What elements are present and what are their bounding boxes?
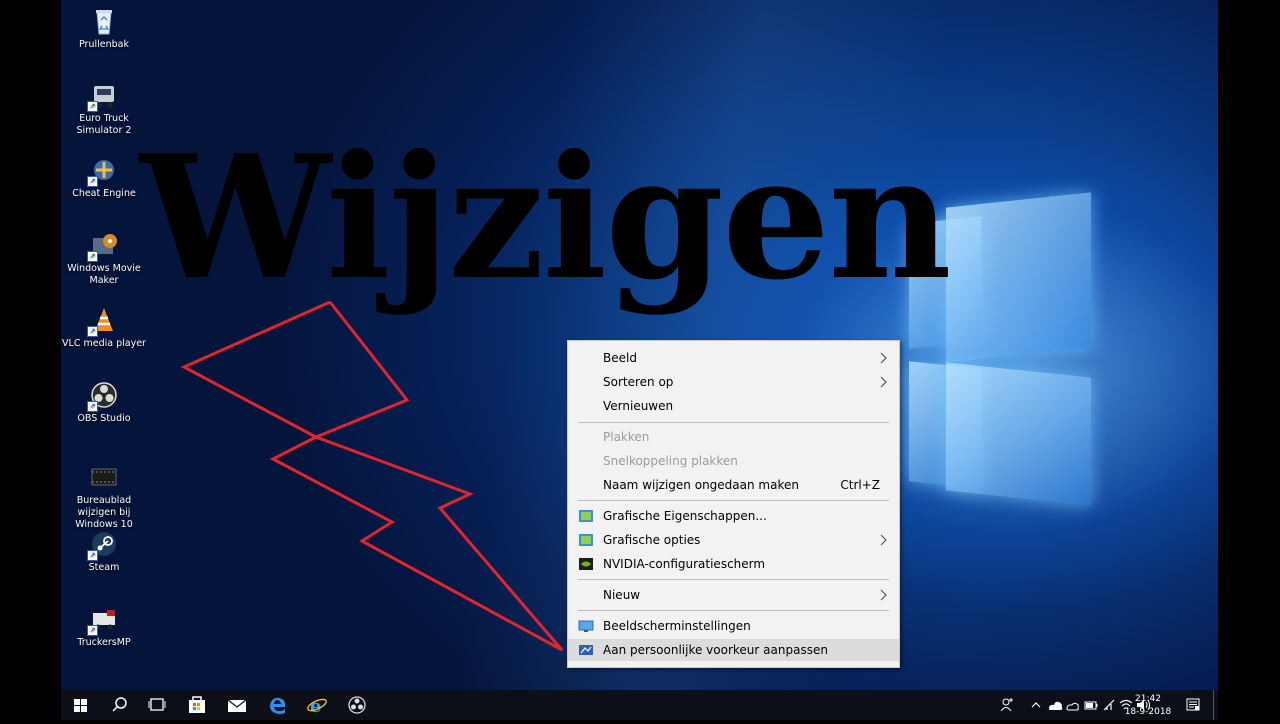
menu-item-label: NVIDIA-configuratiescherm bbox=[603, 557, 766, 571]
desktop-icon-label: Cheat Engine bbox=[72, 188, 136, 199]
menu-separator bbox=[578, 610, 889, 611]
desktop-icon-steam[interactable]: ↗ Steam bbox=[60, 529, 148, 574]
menu-item-label: Naam wijzigen ongedaan maken bbox=[603, 478, 799, 492]
desktop-icon-euro-truck[interactable]: ↗ Euro Truck Simulator 2 bbox=[60, 80, 148, 137]
menu-item-label: Plakken bbox=[603, 430, 650, 444]
desktop-icon-label: VLC media player bbox=[62, 338, 146, 349]
video-file-icon bbox=[89, 462, 119, 492]
cheat-engine-icon: ↗ bbox=[87, 155, 119, 187]
obs-icon bbox=[348, 696, 366, 714]
nvidia-icon bbox=[579, 558, 593, 570]
edge-icon bbox=[270, 697, 286, 714]
mail-icon bbox=[227, 699, 247, 712]
desktop-icon-label: Steam bbox=[88, 562, 120, 573]
search-icon bbox=[112, 697, 127, 712]
menu-item-aan-persoonlijke-voorkeur[interactable]: Aan persoonlijke voorkeur aanpassen bbox=[568, 639, 899, 661]
desktop-icon-vlc[interactable]: ↗ VLC media player bbox=[60, 305, 148, 350]
menu-item-vernieuwen[interactable]: Vernieuwen bbox=[568, 395, 899, 417]
menu-item-label: Aan persoonlijke voorkeur aanpassen bbox=[603, 643, 828, 657]
desktop-icon-label: Bureaublad wijzigen bij Windows 10 bbox=[75, 495, 133, 530]
desktop-icon-label: Euro Truck Simulator 2 bbox=[76, 113, 132, 136]
desktop-icon-label: Windows Movie Maker bbox=[67, 263, 141, 286]
desktop-icon-recycle-bin[interactable]: Prullenbak bbox=[60, 6, 148, 51]
personalize-icon bbox=[579, 645, 593, 655]
desktop-icon-label: Prullenbak bbox=[79, 39, 129, 50]
mail-button[interactable] bbox=[219, 690, 255, 720]
desktop-context-menu: Beeld Sorteren op Vernieuwen Plakken Sne… bbox=[567, 340, 900, 668]
edge-button[interactable] bbox=[259, 690, 295, 720]
start-button[interactable] bbox=[61, 690, 101, 720]
overlay-title: Wijzigen bbox=[140, 118, 952, 318]
menu-item-label: Beeld bbox=[603, 351, 637, 365]
menu-item-snelkoppeling-plakken: Snelkoppeling plakken bbox=[568, 450, 899, 472]
windows-logo-pane-tr bbox=[946, 192, 1091, 363]
task-view-button[interactable] bbox=[139, 690, 175, 720]
menu-item-plakken: Plakken bbox=[568, 426, 899, 448]
search-button[interactable] bbox=[101, 690, 137, 720]
clock[interactable]: 21:42 18-9-2018 bbox=[1123, 694, 1173, 717]
start-icon bbox=[74, 699, 87, 712]
onedrive-icon[interactable] bbox=[1046, 690, 1064, 720]
menu-item-shortcut: Ctrl+Z bbox=[840, 478, 880, 492]
menu-item-label: Sorteren op bbox=[603, 375, 674, 389]
steam-icon: ↗ bbox=[87, 529, 119, 561]
menu-separator bbox=[578, 422, 889, 423]
menu-item-label: Nieuw bbox=[603, 588, 641, 602]
menu-item-grafische-opties[interactable]: Grafische opties bbox=[568, 529, 899, 551]
intel-graphics-icon bbox=[579, 510, 593, 522]
clock-time: 21:42 bbox=[1135, 694, 1161, 704]
desktop-icon-label: TruckersMP bbox=[77, 637, 131, 648]
desktop-icon-label: OBS Studio bbox=[77, 413, 131, 424]
vlc-cone-icon: ↗ bbox=[87, 305, 119, 337]
clock-date: 18-9-2018 bbox=[1124, 707, 1172, 717]
menu-item-beeldscherminstellingen[interactable]: Beeldscherminstellingen bbox=[568, 615, 899, 637]
chevron-right-icon bbox=[880, 352, 887, 364]
desktop-icon-truckersmp[interactable]: ↗ TruckersMP bbox=[60, 604, 148, 649]
battery-icon[interactable] bbox=[1083, 690, 1099, 720]
chevron-up-icon[interactable] bbox=[1029, 690, 1043, 720]
chevron-right-icon bbox=[880, 376, 887, 388]
truckersmp-icon: ↗ bbox=[87, 604, 119, 636]
store-button[interactable] bbox=[179, 690, 215, 720]
film-reel-icon: ↗ bbox=[87, 230, 119, 262]
task-view-icon bbox=[148, 698, 166, 711]
intel-graphics-icon bbox=[579, 534, 593, 546]
obs-taskbar-button[interactable] bbox=[339, 690, 375, 720]
menu-item-nvidia-configuratiescherm[interactable]: NVIDIA-configuratiescherm bbox=[568, 553, 899, 575]
menu-item-naam-wijzigen-ongedaan[interactable]: Naam wijzigen ongedaan maken Ctrl+Z bbox=[568, 474, 899, 496]
desktop-icon-cheat-engine[interactable]: ↗ Cheat Engine bbox=[60, 155, 148, 200]
menu-item-label: Grafische Eigenschappen... bbox=[603, 509, 767, 523]
network-icon[interactable] bbox=[1101, 690, 1117, 720]
desktop-icon-obs[interactable]: ↗ OBS Studio bbox=[60, 380, 148, 425]
store-icon bbox=[189, 696, 205, 713]
display-icon bbox=[578, 620, 594, 632]
people-icon[interactable] bbox=[998, 690, 1018, 720]
menu-item-label: Vernieuwen bbox=[603, 399, 674, 413]
menu-item-label: Beeldscherminstellingen bbox=[603, 619, 751, 633]
recycle-bin-icon bbox=[89, 6, 119, 36]
menu-item-beeld[interactable]: Beeld bbox=[568, 347, 899, 369]
menu-separator bbox=[578, 500, 889, 501]
menu-item-sorteren-op[interactable]: Sorteren op bbox=[568, 371, 899, 393]
menu-item-nieuw[interactable]: Nieuw bbox=[568, 584, 899, 606]
chevron-right-icon bbox=[880, 534, 887, 546]
taskbar: e 21:42 18-9-2018 bbox=[61, 690, 1218, 720]
cloud-icon[interactable] bbox=[1065, 690, 1081, 720]
show-desktop-button[interactable] bbox=[1213, 690, 1217, 720]
menu-item-grafische-eigenschappen[interactable]: Grafische Eigenschappen... bbox=[568, 505, 899, 527]
windows-logo-pane-br bbox=[946, 362, 1091, 506]
menu-separator bbox=[578, 579, 889, 580]
internet-explorer-icon: e bbox=[307, 696, 327, 717]
desktop-icon-video-file[interactable]: Bureaublad wijzigen bij Windows 10 bbox=[60, 462, 148, 531]
action-center-icon[interactable] bbox=[1183, 690, 1203, 720]
internet-explorer-button[interactable]: e bbox=[299, 690, 335, 720]
menu-item-label: Grafische opties bbox=[603, 533, 701, 547]
truck-icon: ↗ bbox=[87, 80, 119, 112]
obs-icon: ↗ bbox=[87, 380, 119, 412]
desktop-icon-movie-maker[interactable]: ↗ Windows Movie Maker bbox=[60, 230, 148, 287]
chevron-right-icon bbox=[880, 589, 887, 601]
menu-item-label: Snelkoppeling plakken bbox=[603, 454, 738, 468]
